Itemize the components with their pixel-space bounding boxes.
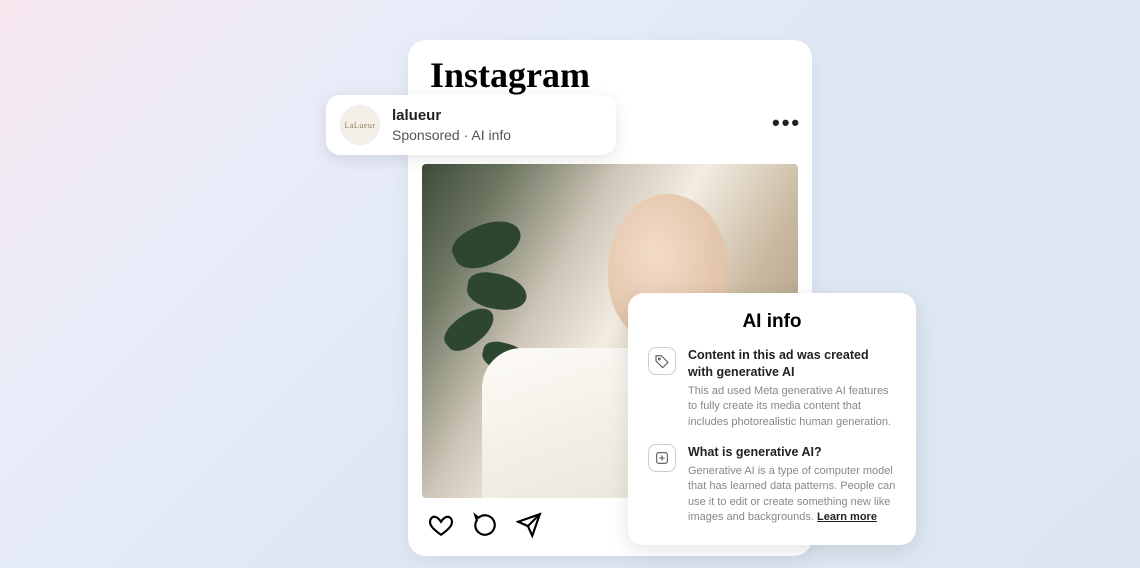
learn-more-link[interactable]: Learn more bbox=[817, 511, 877, 523]
sponsored-ai-label[interactable]: Sponsored · AI info bbox=[392, 126, 511, 144]
section-heading: Content in this ad was created with gene… bbox=[688, 347, 896, 381]
section-heading: What is generative AI? bbox=[688, 444, 896, 461]
ai-info-section: What is generative AI? Generative AI is … bbox=[648, 444, 896, 525]
like-icon[interactable] bbox=[428, 512, 454, 538]
tag-icon bbox=[648, 347, 676, 375]
ai-info-section: Content in this ad was created with gene… bbox=[648, 347, 896, 430]
profile-bar[interactable]: LaLueur lalueur Sponsored · AI info bbox=[326, 95, 616, 155]
more-options-icon[interactable]: ••• bbox=[772, 110, 801, 136]
username[interactable]: lalueur bbox=[392, 106, 511, 126]
comment-icon[interactable] bbox=[472, 512, 498, 538]
section-body: This ad used Meta generative AI features… bbox=[688, 384, 896, 430]
profile-text: lalueur Sponsored · AI info bbox=[392, 106, 511, 144]
avatar[interactable]: LaLueur bbox=[340, 105, 380, 145]
generate-icon bbox=[648, 444, 676, 472]
share-icon[interactable] bbox=[516, 512, 542, 538]
ai-info-title: AI info bbox=[648, 311, 896, 333]
ai-info-card: AI info Content in this ad was created w… bbox=[628, 293, 916, 545]
section-body: Generative AI is a type of computer mode… bbox=[688, 464, 896, 526]
